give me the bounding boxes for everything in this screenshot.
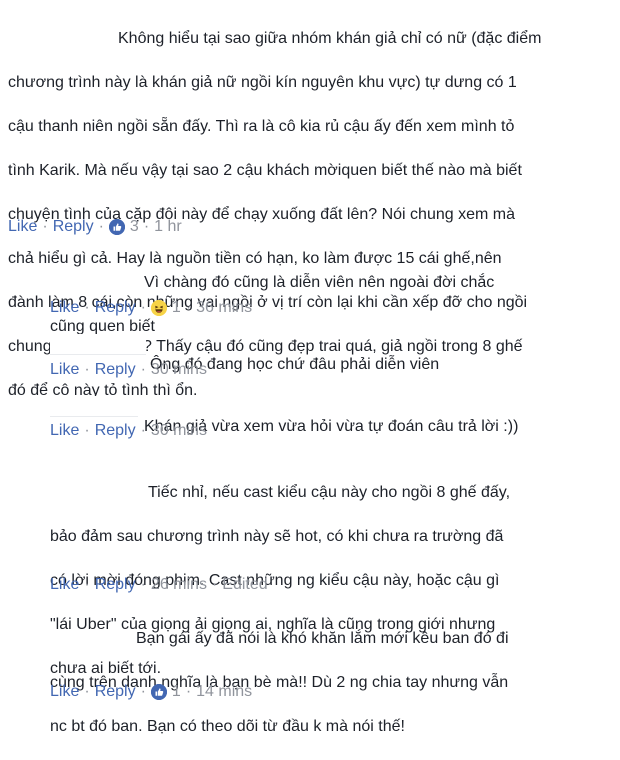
comment-actions: Like · Reply · 1 · 14 mins [50, 682, 252, 702]
timestamp[interactable]: 30 mins [151, 421, 207, 441]
like-reaction-icon[interactable] [108, 219, 125, 235]
like-button[interactable]: Like [50, 298, 79, 318]
separator-dot: · [211, 576, 218, 593]
comment-line: Ông đó đang học chứ đâu phải diễn viên [150, 356, 440, 373]
reply-button[interactable]: Reply [53, 217, 94, 237]
reply-button[interactable]: Reply [95, 421, 136, 441]
timestamp[interactable]: 30 mins [151, 360, 207, 380]
comment-line: Khán giả vừa xem vừa hỏi vừa tự đoán câu… [144, 418, 519, 435]
reply-button[interactable]: Reply [95, 360, 136, 380]
comment-line: Vì chàng đó cũng là diễn viên nên ngoài … [144, 274, 495, 291]
like-button[interactable]: Like [8, 217, 37, 237]
comment-line: nc bt đó ban. Bạn có theo dõi từ đầu k m… [50, 718, 405, 735]
like-button[interactable]: Like [50, 360, 79, 380]
haha-reaction-icon[interactable] [150, 300, 167, 316]
separator-dot: · [84, 576, 90, 593]
separator-dot: · [140, 576, 146, 593]
redacted-name-bar [50, 396, 138, 417]
separator-dot: · [84, 299, 90, 316]
comment-actions: Like · Reply · 30 mins [50, 421, 207, 441]
comment-text: Khán giả vừa xem vừa hỏi vừa tự đoán câu… [144, 394, 614, 460]
separator-dot: · [84, 422, 90, 439]
timestamp[interactable]: 14 mins [196, 682, 252, 702]
reaction-count[interactable]: 1 [172, 682, 181, 702]
reaction-count[interactable]: 1 [172, 298, 181, 318]
redacted-name-bar [50, 334, 146, 355]
comment-actions: Like · Reply · 1 · 36 mins [50, 298, 252, 318]
timestamp[interactable]: 36 mins [196, 298, 252, 318]
separator-dot: · [140, 361, 146, 378]
separator-dot: · [140, 299, 146, 316]
reply-button[interactable]: Reply [95, 298, 136, 318]
like-button[interactable]: Like [50, 421, 79, 441]
separator-dot: · [98, 218, 104, 235]
reaction-count[interactable]: 3 [130, 217, 139, 237]
separator-dot: · [140, 683, 146, 700]
comment-actions: Like · Reply · 26 mins · Edited [50, 575, 268, 595]
separator-dot: · [140, 422, 146, 439]
comment-line: Không hiểu tại sao giữa nhóm khán giả ch… [118, 30, 542, 47]
comment-line: Bạn gái ấy đã nói là khó khăn lắm mới kê… [136, 630, 509, 647]
separator-dot: · [143, 218, 150, 235]
separator-dot: · [42, 218, 48, 235]
edited-label[interactable]: Edited [222, 575, 267, 595]
like-button[interactable]: Like [50, 682, 79, 702]
timestamp[interactable]: 26 mins [151, 575, 207, 595]
comment-line: Tiếc nhỉ, nếu cast kiểu cậu này cho ngồi… [148, 484, 511, 501]
comment-line: bảo đảm sau chương trình này sẽ hot, có … [50, 528, 504, 545]
separator-dot: · [185, 299, 192, 316]
separator-dot: · [84, 361, 90, 378]
reply-button[interactable]: Reply [95, 682, 136, 702]
comment-line: cậu thanh niên ngồi sẵn đấy. Thì ra là c… [8, 118, 515, 135]
like-reaction-icon[interactable] [150, 684, 167, 700]
comment-line: chương trình này là khán giả nữ ngồi kín… [8, 74, 517, 91]
comment-text: Ông đó đang học chứ đâu phải diễn viên [150, 332, 600, 398]
separator-dot: · [84, 683, 90, 700]
comment-line: tình Karik. Mà nếu vậy tại sao 2 cậu khá… [8, 162, 522, 179]
reply-button[interactable]: Reply [95, 575, 136, 595]
comment-actions: Like · Reply · 3 · 1 hr [8, 217, 182, 237]
like-button[interactable]: Like [50, 575, 79, 595]
separator-dot: · [185, 683, 192, 700]
timestamp[interactable]: 1 hr [154, 217, 182, 237]
comment-actions: Like · Reply · 30 mins [50, 360, 207, 380]
